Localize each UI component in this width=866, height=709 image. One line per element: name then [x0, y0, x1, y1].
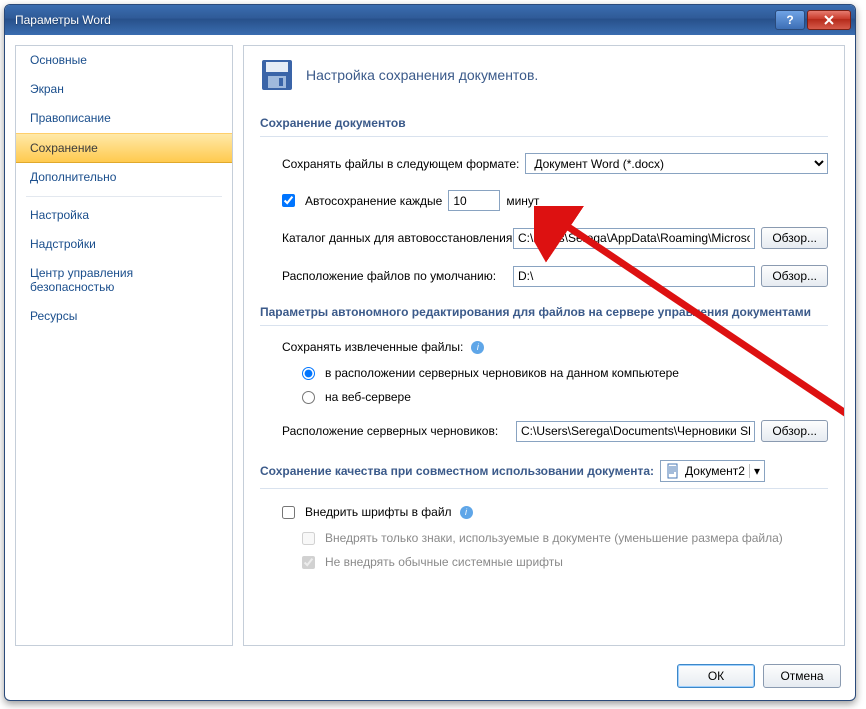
file-format-label: Сохранять файлы в следующем формате:	[282, 157, 519, 171]
row-autorecover-path: Каталог данных для автовосстановления: О…	[282, 227, 828, 249]
opt-local-label: в расположении серверных черновиков на д…	[325, 366, 679, 380]
autorecover-label: Каталог данных для автовосстановления:	[282, 231, 507, 245]
fidelity-document-name: Документ2	[685, 464, 745, 478]
row-server-drafts-path: Расположение серверных черновиков: Обзор…	[282, 420, 828, 442]
row-embed-sub1: Внедрять только знаки, используемые в до…	[302, 531, 828, 545]
embed-chars-only-checkbox	[302, 532, 315, 545]
dialog-window: Параметры Word ? Основные Экран Правопис…	[4, 4, 856, 701]
section-offline-editing: Параметры автономного редактирования для…	[260, 301, 828, 326]
autosave-interval-input[interactable]	[448, 190, 500, 211]
row-save-checked-out: Сохранять извлеченные файлы: i	[282, 340, 828, 354]
default-location-browse-button[interactable]: Обзор...	[761, 265, 828, 287]
server-drafts-web-radio[interactable]	[302, 391, 315, 404]
sidebar-item-customize[interactable]: Настройка	[16, 201, 232, 230]
embed-sub1-label: Внедрять только знаки, используемые в до…	[325, 531, 783, 545]
sidebar-item-save[interactable]: Сохранение	[16, 133, 232, 163]
close-button[interactable]	[807, 10, 851, 30]
autosave-unit: минут	[506, 194, 539, 208]
fidelity-document-select[interactable]: Документ2 ▾	[660, 460, 765, 482]
content-panel: Настройка сохранения документов. Сохране…	[243, 45, 845, 646]
server-drafts-label: Расположение серверных черновиков:	[282, 424, 510, 438]
close-icon	[823, 14, 835, 26]
row-opt-local: в расположении серверных черновиков на д…	[302, 366, 828, 380]
server-drafts-local-radio[interactable]	[302, 367, 315, 380]
row-file-format: Сохранять файлы в следующем формате: Док…	[282, 153, 828, 174]
section-save-documents: Сохранение документов	[260, 112, 828, 137]
ok-button[interactable]: ОК	[677, 664, 755, 688]
autosave-checkbox[interactable]	[282, 194, 295, 207]
row-embed-sub2: Не внедрять обычные системные шрифты	[302, 555, 828, 569]
titlebar[interactable]: Параметры Word ?	[5, 5, 855, 35]
dialog-body: Основные Экран Правописание Сохранение Д…	[15, 45, 845, 646]
row-embed-fonts: Внедрить шрифты в файл i	[282, 505, 828, 519]
category-sidebar: Основные Экран Правописание Сохранение Д…	[15, 45, 233, 646]
row-autosave: Автосохранение каждые минут	[282, 190, 828, 211]
help-button[interactable]: ?	[775, 10, 805, 30]
sidebar-item-addins[interactable]: Надстройки	[16, 230, 232, 259]
sidebar-separator	[26, 196, 222, 197]
server-drafts-browse-button[interactable]: Обзор...	[761, 420, 828, 442]
sidebar-item-display[interactable]: Экран	[16, 75, 232, 104]
row-default-location: Расположение файлов по умолчанию: Обзор.…	[282, 265, 828, 287]
file-format-select[interactable]: Документ Word (*.docx)	[525, 153, 828, 174]
dialog-footer: ОК Отмена	[5, 656, 855, 700]
server-drafts-path-input[interactable]	[516, 421, 755, 442]
sidebar-item-trustcenter[interactable]: Центр управления безопасностью	[16, 259, 232, 302]
fidelity-title: Сохранение качества при совместном испол…	[260, 464, 654, 478]
save-checked-out-label: Сохранять извлеченные файлы:	[282, 340, 463, 354]
row-opt-web: на веб-сервере	[302, 390, 828, 404]
sidebar-item-resources[interactable]: Ресурсы	[16, 302, 232, 331]
sidebar-item-proofing[interactable]: Правописание	[16, 104, 232, 133]
info-icon[interactable]: i	[471, 341, 484, 354]
autorecover-browse-button[interactable]: Обзор...	[761, 227, 828, 249]
chevron-down-icon: ▾	[749, 464, 760, 478]
embed-fonts-checkbox[interactable]	[282, 506, 295, 519]
no-system-fonts-checkbox	[302, 556, 315, 569]
save-disk-icon	[260, 58, 294, 92]
sidebar-item-advanced[interactable]: Дополнительно	[16, 163, 232, 192]
document-icon	[665, 463, 681, 479]
window-title: Параметры Word	[15, 13, 773, 27]
opt-web-label: на веб-сервере	[325, 390, 411, 404]
default-location-input[interactable]	[513, 266, 755, 287]
info-icon[interactable]: i	[460, 506, 473, 519]
content-title: Настройка сохранения документов.	[306, 67, 538, 83]
sidebar-item-general[interactable]: Основные	[16, 46, 232, 75]
cancel-button[interactable]: Отмена	[763, 664, 841, 688]
autorecover-path-input[interactable]	[513, 228, 755, 249]
content-header: Настройка сохранения документов.	[260, 58, 828, 92]
section-fidelity: Сохранение качества при совместном испол…	[260, 456, 828, 489]
embed-fonts-label: Внедрить шрифты в файл	[305, 505, 452, 519]
autosave-label: Автосохранение каждые	[305, 194, 442, 208]
default-location-label: Расположение файлов по умолчанию:	[282, 269, 507, 283]
embed-sub2-label: Не внедрять обычные системные шрифты	[325, 555, 563, 569]
